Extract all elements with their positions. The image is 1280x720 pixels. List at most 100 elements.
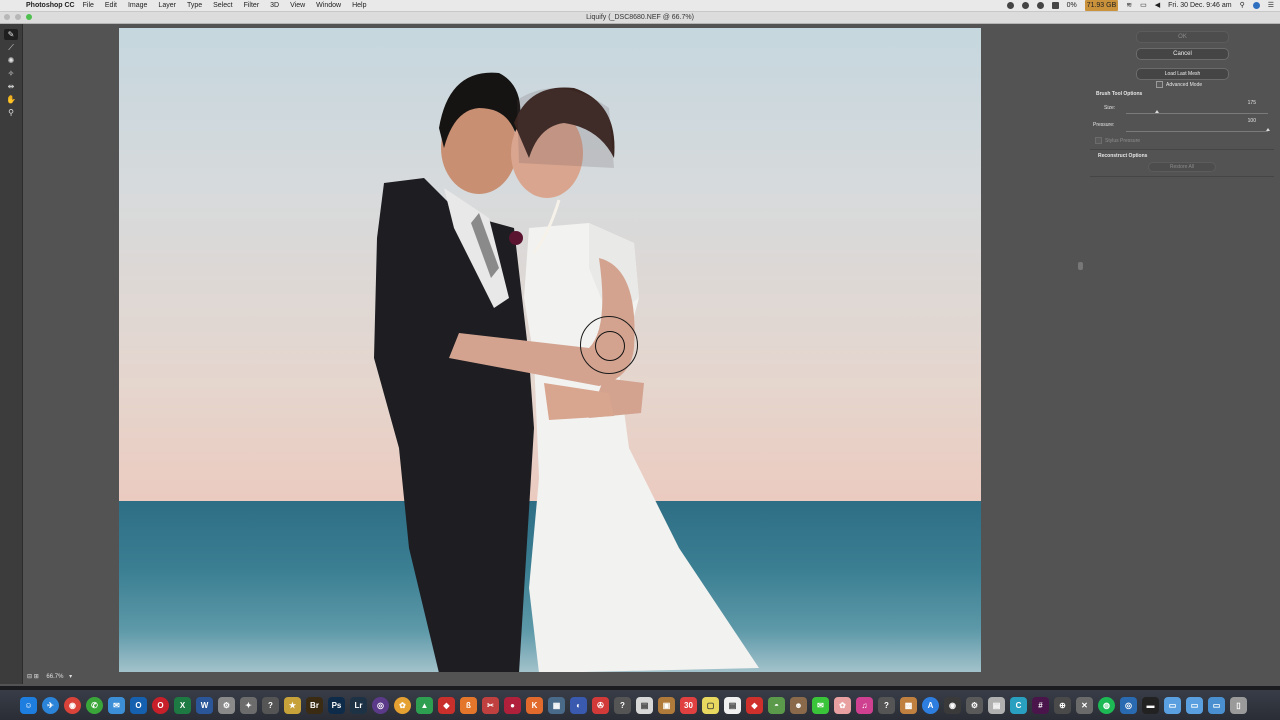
app-doc-icon[interactable]: ▤	[988, 696, 1005, 714]
photoshop-icon[interactable]: Ps	[328, 696, 345, 714]
menubar-clock[interactable]: Fri. 30 Dec. 9:46 am	[1168, 0, 1231, 11]
menu-select[interactable]: Select	[213, 0, 232, 11]
app-yellow-icon[interactable]: ★	[284, 696, 301, 714]
advanced-mode-checkbox[interactable]	[1156, 81, 1163, 88]
hand-tool-icon[interactable]: ✋	[4, 94, 18, 105]
trash-icon[interactable]: ▯	[1230, 696, 1247, 714]
app-pink-icon[interactable]: ●	[504, 696, 521, 714]
app-status-icon[interactable]	[1051, 2, 1059, 9]
app-circle-icon[interactable]: ◎	[372, 696, 389, 714]
app-gear-icon[interactable]: ⚙	[966, 696, 983, 714]
pressure-slider-thumb[interactable]	[1266, 128, 1270, 131]
bluetooth-icon[interactable]	[1036, 2, 1044, 9]
app-c-icon[interactable]: C	[1010, 696, 1027, 714]
facetime-icon[interactable]: ✆	[86, 696, 103, 714]
launchpad-icon[interactable]: ✦	[240, 696, 257, 714]
app-compass-icon[interactable]: ✇	[592, 696, 609, 714]
settings-icon[interactable]: ⚙	[218, 696, 235, 714]
stickies-icon[interactable]: ▢	[702, 696, 719, 714]
ok-button[interactable]: OK	[1136, 31, 1229, 43]
help-2-icon[interactable]: ?	[614, 696, 631, 714]
app-photo-icon[interactable]: ✿	[834, 696, 851, 714]
canvas-scroll-handle[interactable]	[1078, 262, 1083, 270]
app-box-icon[interactable]: ▩	[900, 696, 917, 714]
app-tool-icon[interactable]: ✂	[482, 696, 499, 714]
help-3-icon[interactable]: ?	[878, 696, 895, 714]
lightroom-icon[interactable]: Lr	[350, 696, 367, 714]
menu-window[interactable]: Window	[316, 0, 341, 11]
minimize-window-button[interactable]	[15, 14, 21, 20]
record-icon[interactable]	[1006, 2, 1014, 9]
itunes-icon[interactable]: ♫	[856, 696, 873, 714]
app-red-icon[interactable]: ◆	[438, 696, 455, 714]
app-grid-icon[interactable]: ▦	[548, 696, 565, 714]
app-lens-icon[interactable]: ◉	[944, 696, 961, 714]
close-window-button[interactable]	[4, 14, 10, 20]
notes-icon[interactable]: ▤	[636, 696, 653, 714]
contacts-icon[interactable]: ☻	[790, 696, 807, 714]
menu-image[interactable]: Image	[128, 0, 147, 11]
menu-edit[interactable]: Edit	[105, 0, 117, 11]
mail-icon[interactable]: ✉	[108, 696, 125, 714]
photos-icon[interactable]: ✿	[394, 696, 411, 714]
zoom-level[interactable]: 66.7%	[46, 674, 63, 680]
app-globe-icon[interactable]: ⊕	[1054, 696, 1071, 714]
forward-warp-tool-icon[interactable]: ✎	[4, 29, 18, 40]
app-menu[interactable]: Photoshop CC	[26, 0, 75, 11]
wifi-icon[interactable]: ≋	[1126, 0, 1132, 11]
outlook-icon[interactable]: O	[130, 696, 147, 714]
size-slider[interactable]	[1126, 113, 1268, 114]
excel-icon[interactable]: X	[174, 696, 191, 714]
finder-icon[interactable]: ☺	[20, 696, 37, 714]
menu-3d[interactable]: 3D	[270, 0, 279, 11]
pressure-value[interactable]: 100	[1232, 118, 1256, 124]
app-brown-icon[interactable]: ▣	[658, 696, 675, 714]
menu-layer[interactable]: Layer	[158, 0, 176, 11]
photo-preview[interactable]	[119, 28, 981, 673]
reconstruct-tool-icon[interactable]: ⟋	[4, 42, 18, 53]
zoom-window-button[interactable]	[26, 14, 32, 20]
stylus-pressure-checkbox[interactable]	[1095, 137, 1102, 144]
size-slider-thumb[interactable]	[1155, 110, 1160, 113]
opera-icon[interactable]: O	[152, 696, 169, 714]
twirl-tool-icon[interactable]: ✺	[4, 55, 18, 66]
load-last-mesh-button[interactable]: Load Last Mesh	[1136, 68, 1229, 80]
app-orange-icon[interactable]: ß	[460, 696, 477, 714]
airplay-icon[interactable]: ▭	[1140, 0, 1147, 11]
textedit-icon[interactable]: ▤	[724, 696, 741, 714]
restore-all-button[interactable]: Restore All	[1148, 162, 1216, 172]
spotlight-icon[interactable]: ⚲	[1240, 0, 1245, 11]
fit-view-icon[interactable]: ⊟ ⊞	[27, 674, 39, 680]
pucker-tool-icon[interactable]: ✧	[4, 68, 18, 79]
app-store-icon[interactable]: A	[922, 696, 939, 714]
terminal-icon[interactable]: ▬	[1142, 696, 1159, 714]
pressure-slider[interactable]	[1126, 131, 1268, 132]
folder-apps-icon[interactable]: ▭	[1208, 696, 1225, 714]
word-icon[interactable]: W	[196, 696, 213, 714]
volume-icon[interactable]: ◀	[1155, 0, 1160, 11]
app-slack-icon[interactable]: #	[1032, 696, 1049, 714]
app-blue-2-icon[interactable]: ◎	[1120, 696, 1137, 714]
app-k-icon[interactable]: K	[526, 696, 543, 714]
disk-free-badge[interactable]: 71.93 GB	[1084, 0, 1119, 11]
app-x-icon[interactable]: ✕	[1076, 696, 1093, 714]
size-value[interactable]: 175	[1232, 100, 1256, 106]
drive-icon[interactable]: ▲	[416, 696, 433, 714]
stylus-pressure-option[interactable]: Stylus Pressure	[1095, 137, 1140, 144]
app-red-2-icon[interactable]: ◆	[746, 696, 763, 714]
spotify-icon[interactable]: ◍	[1098, 696, 1115, 714]
menu-view[interactable]: View	[290, 0, 305, 11]
menu-filter[interactable]: Filter	[244, 0, 260, 11]
folder-documents-icon[interactable]: ▭	[1164, 696, 1181, 714]
compass-icon[interactable]	[1021, 2, 1029, 9]
advanced-mode-option[interactable]: Advanced Mode	[1156, 81, 1202, 88]
app-blue-icon[interactable]: ◐	[570, 696, 587, 714]
notification-center-icon[interactable]: ☰	[1268, 0, 1274, 11]
cancel-button[interactable]: Cancel	[1136, 48, 1229, 60]
menu-type[interactable]: Type	[187, 0, 202, 11]
app-maps-icon[interactable]: ◓	[768, 696, 785, 714]
canvas-area[interactable]	[23, 24, 1085, 673]
bridge-icon[interactable]: Br	[306, 696, 323, 714]
help-icon[interactable]: ?	[262, 696, 279, 714]
chrome-icon[interactable]: ◉	[64, 696, 81, 714]
